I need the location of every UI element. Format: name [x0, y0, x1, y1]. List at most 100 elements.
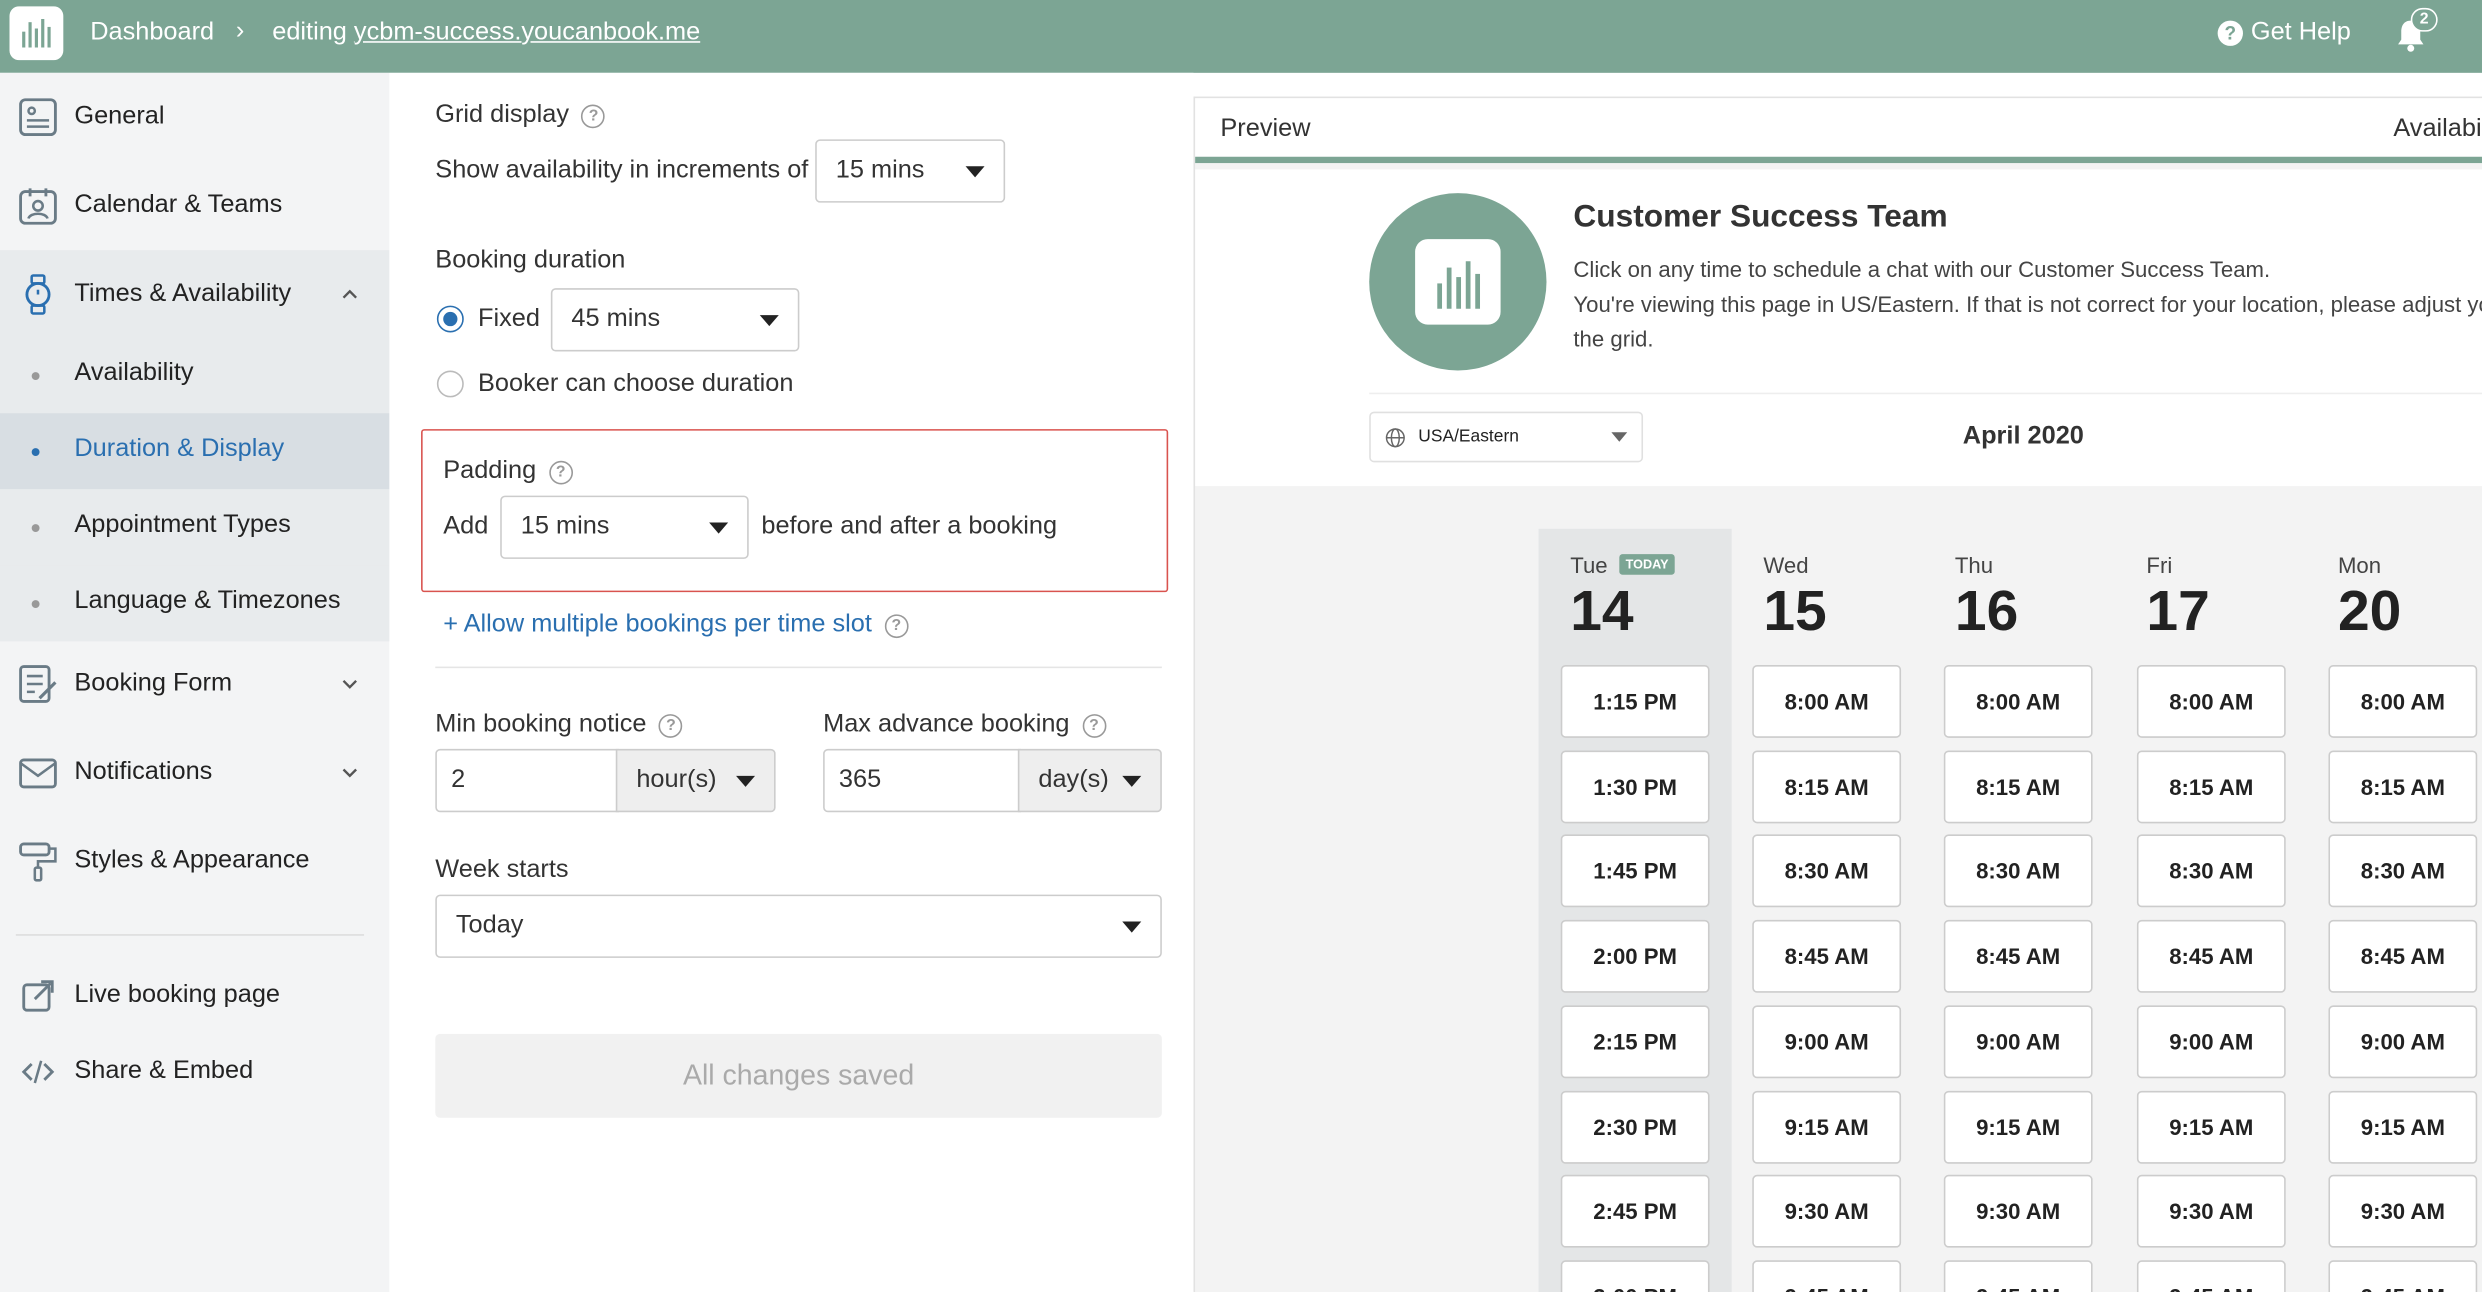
time-slot-button[interactable]: 9:45 AM	[2328, 1260, 2478, 1292]
time-slot-button[interactable]: 8:45 AM	[1752, 920, 1902, 993]
team-description: Click on any time to schedule a chat wit…	[1573, 252, 2482, 356]
time-slot-button[interactable]: 9:00 AM	[2136, 1005, 2286, 1078]
time-slot-button[interactable]: 1:45 PM	[1560, 835, 1710, 908]
caret-down-icon	[709, 522, 729, 534]
booking-duration-label: Booking duration	[435, 246, 626, 274]
time-slot-button[interactable]: 8:30 AM	[1943, 835, 2093, 908]
preview-availability-tab[interactable]: Availabi	[2393, 116, 2481, 144]
time-slot-button[interactable]: 9:30 AM	[1752, 1175, 1902, 1248]
fixed-radio[interactable]	[436, 305, 464, 333]
sidebar-item-calendar-teams[interactable]: Calendar & Teams	[0, 184, 389, 228]
code-icon	[21, 1060, 55, 1084]
sidebar-item-notifications[interactable]: Notifications	[0, 750, 389, 794]
time-slot-button[interactable]: 3:00 PM	[1560, 1260, 1710, 1292]
day-number: 17	[2146, 577, 2210, 643]
time-slot-button[interactable]: 9:00 AM	[1752, 1005, 1902, 1078]
time-slot-button[interactable]: 8:45 AM	[1943, 920, 2093, 993]
time-slot-button[interactable]: 8:30 AM	[2136, 835, 2286, 908]
min-notice-input[interactable]: 2	[435, 748, 619, 813]
sidebar-label-share-embed: Share & Embed	[74, 1057, 254, 1085]
time-slot-button[interactable]: 1:15 PM	[1560, 664, 1710, 738]
sidebar-item-share-embed[interactable]: Share & Embed	[0, 1050, 389, 1094]
time-slot-button[interactable]: 8:00 AM	[1752, 664, 1902, 738]
app-logo[interactable]	[9, 6, 64, 61]
paint-roller-icon	[19, 842, 57, 882]
max-advance-input[interactable]: 365	[823, 748, 1021, 813]
sidebar-item-live-booking-page[interactable]: Live booking page	[0, 974, 389, 1018]
time-slot-button[interactable]: 9:45 AM	[2136, 1260, 2286, 1292]
time-slot-button[interactable]: 1:30 PM	[1560, 749, 1710, 823]
sidebar-item-general[interactable]: General	[0, 95, 389, 139]
bullet-icon	[31, 448, 40, 456]
form-edit-icon	[19, 665, 57, 703]
time-slot-button[interactable]: 9:30 AM	[1943, 1175, 2093, 1248]
time-slot-button[interactable]: 9:45 AM	[1752, 1260, 1902, 1292]
fixed-duration-select[interactable]: 45 mins	[550, 288, 800, 352]
help-icon[interactable]: ?	[884, 613, 909, 638]
time-slot-button[interactable]: 8:00 AM	[1943, 664, 2093, 738]
help-icon[interactable]: ?	[581, 103, 606, 128]
envelope-icon	[19, 758, 57, 789]
sidebar-item-booking-form[interactable]: Booking Form	[0, 662, 389, 706]
min-notice-unit-select[interactable]: hour(s)	[615, 748, 776, 813]
day-number: 15	[1763, 577, 1827, 643]
time-slot-button[interactable]: 2:00 PM	[1560, 920, 1710, 993]
editing-domain-link[interactable]: ycbm-success.youcanbook.me	[354, 19, 700, 46]
help-icon[interactable]: ?	[1082, 713, 1106, 738]
caret-down-icon	[1122, 775, 1142, 787]
save-status-button[interactable]: All changes saved	[435, 1033, 1162, 1118]
time-slot-button[interactable]: 9:15 AM	[2328, 1090, 2478, 1163]
today-badge: TODAY	[1619, 554, 1675, 575]
sidebar-item-duration-display[interactable]: Duration & Display	[0, 413, 390, 490]
day-name: Mon	[2337, 552, 2382, 578]
max-advance-unit-select[interactable]: day(s)	[1017, 748, 1162, 813]
bullet-icon	[31, 372, 40, 380]
time-slot-button[interactable]: 8:15 AM	[2136, 749, 2286, 823]
time-slot-button[interactable]: 9:00 AM	[2328, 1005, 2478, 1078]
time-slot-button[interactable]: 8:45 AM	[2328, 920, 2478, 993]
time-slot-button[interactable]: 8:15 AM	[2328, 749, 2478, 823]
min-notice-unit: hour(s)	[636, 766, 717, 794]
sidebar: General Calendar & Teams Times & Availab…	[0, 72, 390, 1292]
sidebar-label-booking-form: Booking Form	[74, 669, 233, 697]
padding-select[interactable]: 15 mins	[500, 495, 749, 559]
help-icon[interactable]: ?	[548, 459, 573, 484]
sidebar-divider	[15, 934, 365, 936]
time-slot-button[interactable]: 8:30 AM	[1752, 835, 1902, 908]
sidebar-item-language-timezones[interactable]: Language & Timezones	[0, 565, 390, 642]
external-link-icon	[22, 980, 54, 1012]
time-slot-button[interactable]: 8:15 AM	[1752, 749, 1902, 823]
get-help-label: Get Help	[2250, 18, 2351, 46]
time-slot-button[interactable]: 9:30 AM	[2328, 1175, 2478, 1248]
time-slot-button[interactable]: 9:45 AM	[1943, 1260, 2093, 1292]
time-slot-button[interactable]: 8:00 AM	[2328, 664, 2478, 738]
max-advance-label: Max advance booking ?	[823, 711, 1106, 739]
timezone-select[interactable]: USA/Eastern	[1369, 411, 1644, 463]
time-slot-button[interactable]: 2:30 PM	[1560, 1090, 1710, 1163]
time-slot-button[interactable]: 8:00 AM	[2136, 664, 2286, 738]
time-slot-button[interactable]: 9:15 AM	[1943, 1090, 2093, 1163]
allow-multiple-bookings-link[interactable]: + Allow multiple bookings per time slot …	[443, 611, 909, 639]
time-slot-button[interactable]: 9:15 AM	[2136, 1090, 2286, 1163]
time-slot-button[interactable]: 9:30 AM	[2136, 1175, 2286, 1248]
time-slot-button[interactable]: 8:45 AM	[2136, 920, 2286, 993]
get-help-button[interactable]: ? Get Help	[2217, 18, 2351, 47]
booker-choose-label: Booker can choose duration	[478, 370, 794, 398]
time-slot-button[interactable]: 9:15 AM	[1752, 1090, 1902, 1163]
week-starts-select[interactable]: Today	[435, 894, 1162, 958]
sidebar-item-availability[interactable]: Availability	[0, 337, 390, 414]
booking-preview: Preview Availabi Customer Success Team C…	[1193, 96, 2482, 1292]
booker-choose-radio[interactable]	[436, 370, 464, 398]
sidebar-item-appointment-types[interactable]: Appointment Types	[0, 489, 390, 566]
grid-display-label: Grid display ?	[435, 101, 606, 129]
help-icon[interactable]: ?	[659, 713, 683, 738]
sidebar-item-times-availability[interactable]: Times & Availability	[0, 272, 389, 316]
increments-select[interactable]: 15 mins	[815, 139, 1006, 203]
breadcrumb-dashboard[interactable]: Dashboard	[90, 19, 214, 47]
time-slot-button[interactable]: 8:15 AM	[1943, 749, 2093, 823]
time-slot-button[interactable]: 2:15 PM	[1560, 1005, 1710, 1078]
time-slot-button[interactable]: 8:30 AM	[2328, 835, 2478, 908]
sidebar-item-styles-appearance[interactable]: Styles & Appearance	[0, 839, 389, 883]
time-slot-button[interactable]: 2:45 PM	[1560, 1175, 1710, 1248]
time-slot-button[interactable]: 9:00 AM	[1943, 1005, 2093, 1078]
